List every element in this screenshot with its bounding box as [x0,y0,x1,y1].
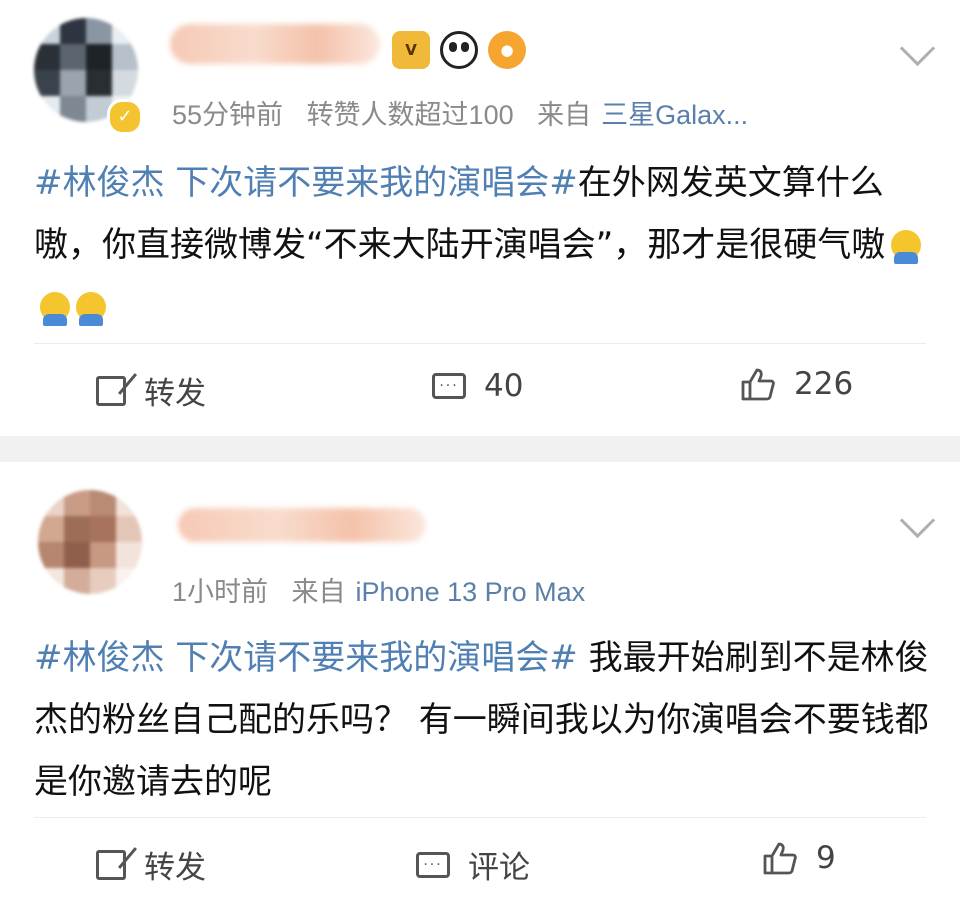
post-time: 1小时前 [172,577,269,607]
comment-count: 40 [484,368,524,404]
thumbs-up-icon [762,841,798,875]
chevron-down-icon[interactable] [899,30,936,67]
chevron-down-icon[interactable] [899,502,936,539]
post-time: 55分钟前 [172,100,284,130]
source-device[interactable]: 三星Galax... [601,100,748,130]
username-blurred[interactable] [170,24,380,64]
source-device[interactable]: iPhone 13 Pro Max [356,577,586,607]
repost-label: 转发 [144,850,206,886]
post-body: #林俊杰 下次请不要来我的演唱会# 我最开始刷到不是林俊杰的粉丝自己配的乐吗？ … [34,627,934,813]
like-count: 9 [816,840,836,876]
post-card: ✓ V ● 55分钟前 转赞人数超过100 来自 三星Galax... #林俊杰 … [0,0,960,436]
comment-label: 评论 [468,850,530,886]
topic-link[interactable]: #林俊杰 下次请不要来我的演唱会# [34,638,578,678]
shrug-emoji [40,292,70,326]
post-card: 1小时前 来自 iPhone 13 Pro Max #林俊杰 下次请不要来我的演唱… [0,462,960,905]
divider [34,817,926,818]
divider [34,343,926,344]
avatar[interactable] [38,490,142,594]
vip-badge-icon[interactable]: V [392,31,430,69]
panda-badge-icon[interactable] [440,31,478,69]
repost-count-note: 转赞人数超过100 [306,100,514,130]
post-separator [0,436,960,462]
fish-badge-icon[interactable]: ● [488,31,526,69]
repost-icon [96,849,126,880]
shrug-emoji [891,230,922,264]
source-prefix: 来自 [291,577,346,607]
repost-button[interactable]: 转发 [96,368,206,413]
topic-link[interactable]: #林俊杰 下次请不要来我的演唱会# [34,163,578,203]
repost-label: 转发 [144,376,206,412]
repost-icon [96,375,126,406]
post-meta: 1小时前 来自 iPhone 13 Pro Max [172,570,585,609]
repost-button[interactable]: 转发 [96,842,206,887]
comment-button[interactable]: ··· 40 [432,368,523,404]
post-body: #林俊杰 下次请不要来我的演唱会#在外网发英文算什么嗷，你直接微博发“不来大陆开… [34,152,934,338]
comment-icon: ··· [432,373,466,399]
like-button[interactable]: 9 [762,840,836,876]
shrug-emoji [76,292,106,326]
source-prefix: 来自 [537,100,592,130]
comment-icon: ··· [416,851,450,878]
thumbs-up-icon [740,367,776,401]
like-count: 226 [794,366,854,402]
comment-button[interactable]: ··· 评论 [416,842,530,887]
post-meta: 55分钟前 转赞人数超过100 来自 三星Galax... [172,93,748,132]
like-button[interactable]: 226 [740,366,853,402]
username-blurred[interactable] [178,508,426,542]
verified-badge-icon: ✓ [107,99,143,135]
